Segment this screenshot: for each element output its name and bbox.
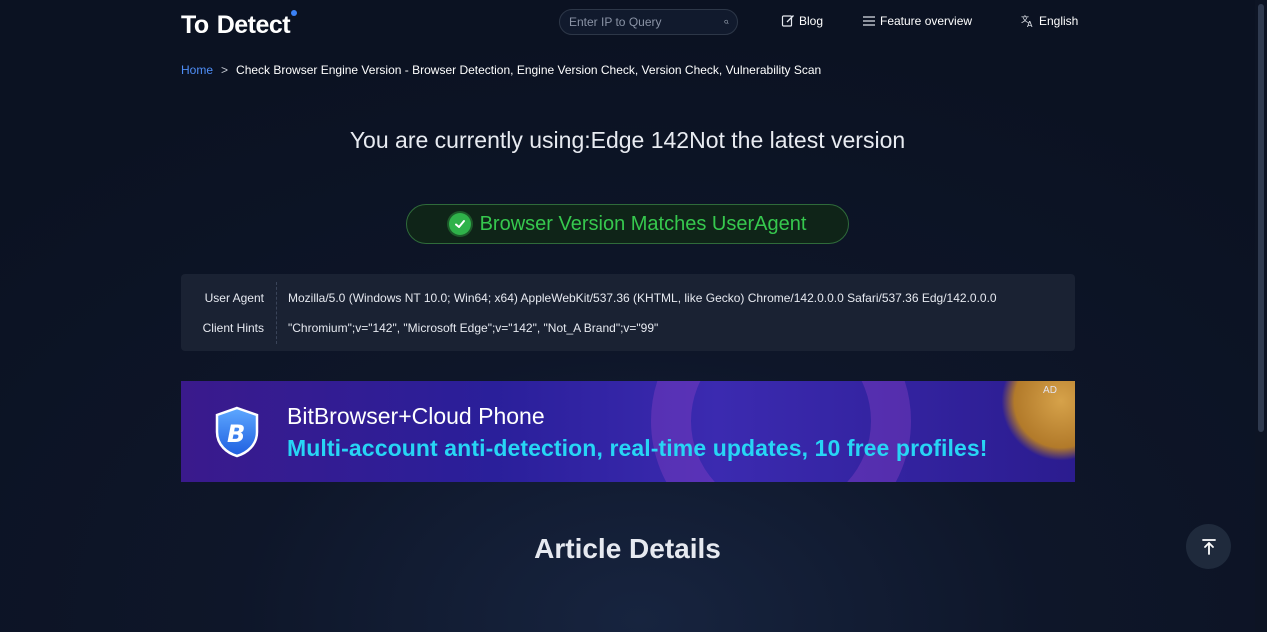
nav-feature-overview[interactable]: Feature overview [862, 14, 972, 28]
breadcrumb-current: Check Browser Engine Version - Browser D… [236, 63, 822, 77]
breadcrumb: Home > Check Browser Engine Version - Br… [181, 63, 821, 77]
ad-title: BitBrowser+Cloud Phone [287, 403, 545, 429]
user-agent-row: User Agent Mozilla/5.0 (Windows NT 10.0;… [181, 288, 997, 308]
ad-tag: AD [1043, 385, 1057, 396]
user-agent-value: Mozilla/5.0 (Windows NT 10.0; Win64; x64… [288, 291, 997, 305]
ip-search-box [559, 9, 738, 35]
ad-subtitle: Multi-account anti-detection, real-time … [287, 435, 988, 461]
nav-blog-label: Blog [799, 14, 824, 28]
ad-banner[interactable]: AD B BitBrowser+Cloud Phone Multi-accoun… [181, 381, 1075, 482]
breadcrumb-home[interactable]: Home [181, 63, 213, 77]
logo-text-to: To [181, 10, 209, 39]
user-agent-panel: User Agent Mozilla/5.0 (Windows NT 10.0;… [181, 274, 1075, 351]
bitbrowser-shield-icon: B [215, 406, 259, 458]
client-hints-label: Client Hints [202, 321, 264, 335]
edit-icon [781, 15, 794, 27]
svg-text:A: A [1027, 20, 1033, 28]
logo-text-detect: Detect [216, 10, 291, 39]
breadcrumb-separator: > [221, 63, 229, 77]
back-to-top-button[interactable] [1186, 524, 1231, 569]
status-badge-text: Browser Version Matches UserAgent [479, 212, 807, 235]
check-circle-icon [448, 213, 471, 235]
ip-search-input[interactable] [569, 15, 724, 29]
logo-dot [291, 10, 298, 16]
svg-text:B: B [227, 420, 245, 448]
arrow-up-icon [1201, 538, 1216, 555]
user-agent-label: User Agent [204, 291, 264, 305]
search-icon[interactable] [724, 14, 729, 30]
scrollbar-thumb[interactable] [1258, 4, 1264, 432]
page-scrollbar[interactable] [1255, 0, 1267, 632]
nav-blog[interactable]: Blog [781, 14, 823, 28]
article-title: Article Details [534, 533, 721, 564]
status-badge: Browser Version Matches UserAgent [406, 204, 849, 244]
language-switcher[interactable]: 文 A English [1021, 14, 1078, 28]
language-label: English [1039, 14, 1079, 28]
site-header: ToDetect Blog Feature overview 文 A Engli… [181, 0, 1078, 46]
translate-icon: 文 A [1021, 14, 1033, 28]
ad-decoration-ring [651, 381, 911, 482]
nav-feature-overview-label: Feature overview [880, 14, 973, 28]
client-hints-value: "Chromium";v="142", "Microsoft Edge";v="… [288, 321, 659, 335]
browser-headline: You are currently using:Edge 142Not the … [349, 127, 906, 153]
menu-icon [863, 16, 875, 26]
client-hints-row: Client Hints "Chromium";v="142", "Micros… [181, 318, 659, 338]
site-logo[interactable]: To Detect [181, 10, 298, 39]
